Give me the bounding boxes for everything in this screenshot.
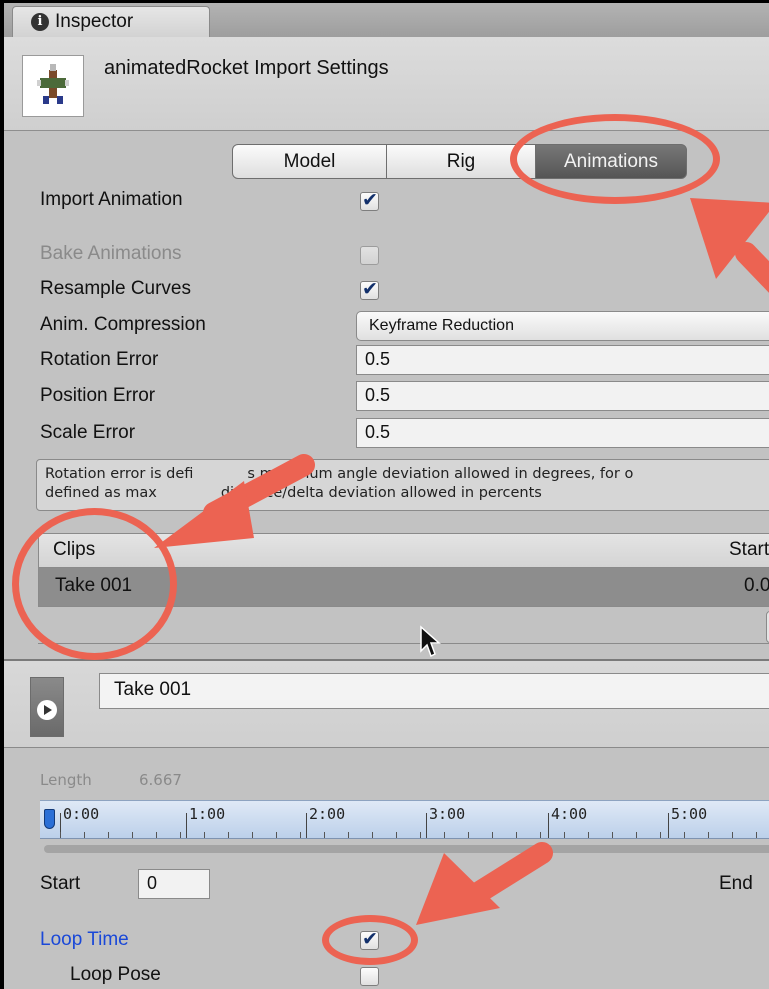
annotation-arrows (154, 198, 769, 925)
arrow-line (735, 242, 769, 293)
inspector-window: i Inspector animatedRocket Import Settin… (0, 0, 769, 989)
arrow-head (154, 481, 254, 548)
